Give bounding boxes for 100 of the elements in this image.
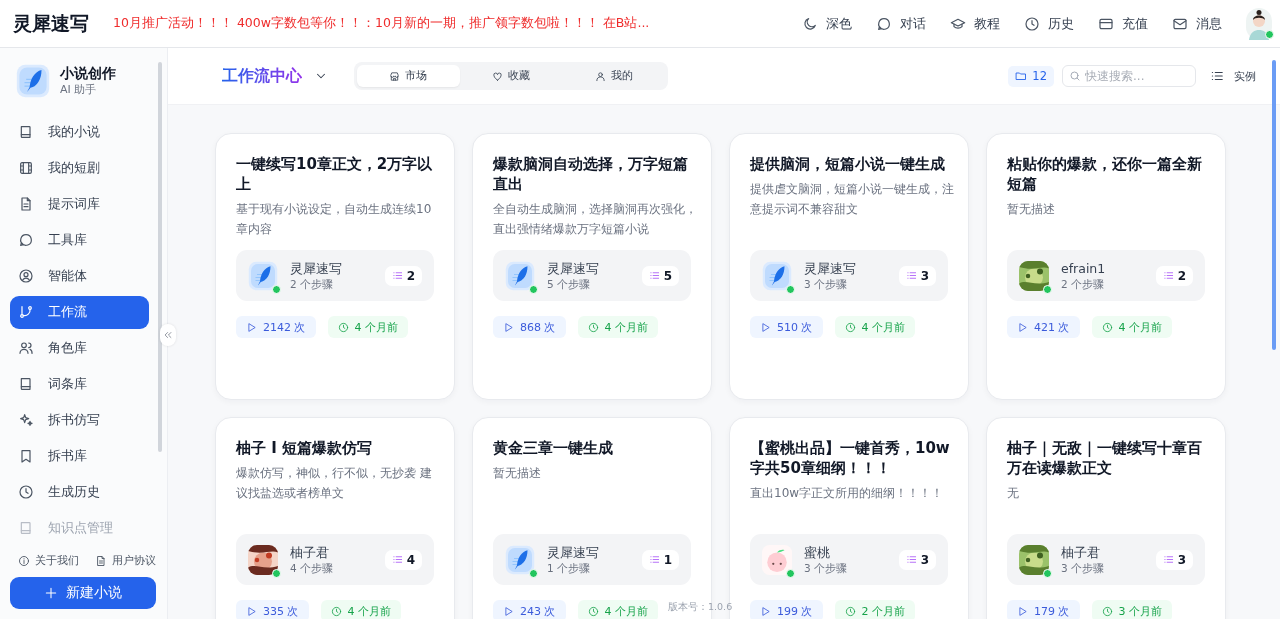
run-count-tag: 421 次 (1007, 316, 1080, 338)
book-icon (18, 520, 34, 537)
list-icon (905, 270, 917, 281)
tab[interactable]: 我的 (562, 65, 665, 87)
footer-link[interactable]: 用户协议 (95, 550, 156, 573)
film-icon (18, 160, 34, 177)
workflow-description: 暂无描述 (1007, 201, 1056, 218)
sparkle-icon (18, 412, 34, 429)
step-count-badge: 4 (384, 549, 422, 570)
sidebar-item[interactable]: 角色库 (10, 331, 149, 365)
play-icon (1017, 605, 1028, 617)
feather-logo-icon (505, 544, 535, 575)
sidebar-item[interactable]: 词条库 (10, 367, 149, 401)
plus-icon (44, 586, 58, 601)
sidebar-item[interactable]: 生成历史 (10, 475, 149, 509)
workflow-description: 基于现有小说设定，自动生成连续10章内容 (236, 201, 433, 238)
collapse-handle[interactable] (160, 324, 176, 346)
author-name: 灵犀速写 (290, 260, 342, 277)
step-count-text: 5 个步骤 (547, 276, 592, 291)
play-icon (246, 321, 257, 333)
author-name: 灵犀速写 (547, 544, 599, 561)
step-count-badge: 1 (641, 549, 679, 570)
workflow-description: 无 (1007, 485, 1020, 502)
sidebar-item[interactable]: 工作流 (10, 295, 149, 329)
document-icon (18, 196, 34, 213)
author-name: 柚子君 (290, 544, 330, 561)
view-toggle-button[interactable]: 实例 (1210, 68, 1256, 84)
double-chevron-left-icon (163, 330, 173, 340)
tab[interactable]: 市场 (357, 65, 460, 87)
moon-icon (802, 15, 818, 32)
author-name: efrain1 (1061, 260, 1106, 277)
clock-icon (587, 321, 599, 333)
step-count-badge: 3 (1155, 549, 1193, 570)
step-count-text: 3 个步骤 (804, 276, 849, 291)
list-icon (391, 270, 403, 281)
step-count-text: 4 个步骤 (290, 560, 334, 575)
footer-link[interactable]: 关于我们 (18, 550, 79, 573)
feather-logo-icon (16, 63, 50, 98)
sidebar-item[interactable]: 拆书库 (10, 439, 149, 473)
workflow-title: 黄金三章一键生成 (493, 438, 614, 458)
step-count-badge: 5 (641, 265, 679, 286)
play-icon (760, 605, 771, 617)
clock-icon (330, 605, 342, 617)
clock-icon (18, 484, 34, 501)
count-badge[interactable]: 12 (1008, 65, 1054, 87)
workflow-title: 一键续写10章正文，2万字以上 (236, 154, 434, 194)
list-icon (648, 270, 660, 281)
sidebar-item[interactable]: 提示词库 (10, 187, 149, 221)
step-count-badge: 2 (1155, 265, 1193, 286)
clock-icon (1101, 321, 1113, 333)
sidebar-item[interactable]: 智能体 (10, 259, 149, 293)
clock-icon (1024, 15, 1040, 32)
author-name: 灵犀速写 (804, 260, 856, 277)
step-count-text: 1 个步骤 (547, 560, 592, 575)
play-icon (503, 321, 514, 333)
run-count-tag: 199 次 (750, 600, 823, 619)
search-icon (1069, 70, 1081, 82)
feather-logo-icon (248, 260, 278, 291)
feather-logo-icon (762, 260, 792, 291)
updated-time-tag: 4 个月前 (577, 316, 658, 338)
sidebar-subtitle: AI 助手 (60, 81, 98, 98)
step-count-text: 3 个步骤 (804, 560, 848, 575)
workflow-title: 爆款脑洞自动选择，万字短篇直出 (493, 154, 689, 194)
sidebar-item[interactable]: 工具库 (10, 223, 149, 257)
sidebar-item[interactable]: 拆书仿写 (10, 403, 149, 437)
chat-bubble-icon (18, 232, 34, 249)
play-icon (1017, 321, 1028, 333)
sidebar-item[interactable]: 我的短剧 (10, 151, 149, 185)
workflow-description: 直出10w字正文所用的细纲！！！！ (750, 485, 945, 502)
workflow-description: 全自动生成脑洞，选择脑洞再次强化，直出强情绪爆款万字短篇小说 (493, 201, 698, 238)
run-count-tag: 2142 次 (236, 316, 316, 338)
step-count-text: 3 个步骤 (1061, 560, 1105, 575)
workflow-title: 提供脑洞，短篇小说一键生成 (750, 154, 946, 174)
step-count-text: 2 个步骤 (290, 276, 335, 291)
workflow-description: 暂无描述 (493, 465, 542, 482)
sidebar-title: 小说创作 (60, 63, 116, 82)
list-icon (648, 554, 660, 565)
person-icon (594, 70, 606, 82)
store-icon (389, 70, 401, 82)
run-count-tag: 179 次 (1007, 600, 1080, 619)
workflow-description: 爆款仿写，神似，行不似，无抄袭 建议找盐选或者榜单文 (236, 465, 433, 502)
step-count-badge: 2 (384, 265, 422, 286)
search-field[interactable]: 快速搜索... (1062, 65, 1196, 87)
workflow-title: 【蜜桃出品】一键首秀，10w字共50章细纲！！！ (750, 438, 951, 478)
updated-time-tag: 4 个月前 (577, 600, 658, 619)
book-icon (18, 376, 34, 393)
clock-icon (844, 605, 856, 617)
peach-avatar-icon (762, 544, 792, 575)
tab[interactable]: 收藏 (459, 65, 563, 87)
play-icon (760, 321, 771, 333)
author-name: 灵犀速写 (547, 260, 599, 277)
info-icon (18, 555, 30, 568)
play-icon (246, 605, 257, 617)
sidebar-item[interactable]: 我的小说 (10, 115, 149, 149)
page-title: 工作流中心 (222, 65, 302, 87)
feather-logo-icon (505, 260, 535, 291)
author-name: 蜜桃 (804, 544, 831, 561)
clock-icon (844, 321, 856, 333)
new-novel-button[interactable]: 新建小说 (10, 577, 156, 609)
user-circle-icon (18, 268, 34, 285)
